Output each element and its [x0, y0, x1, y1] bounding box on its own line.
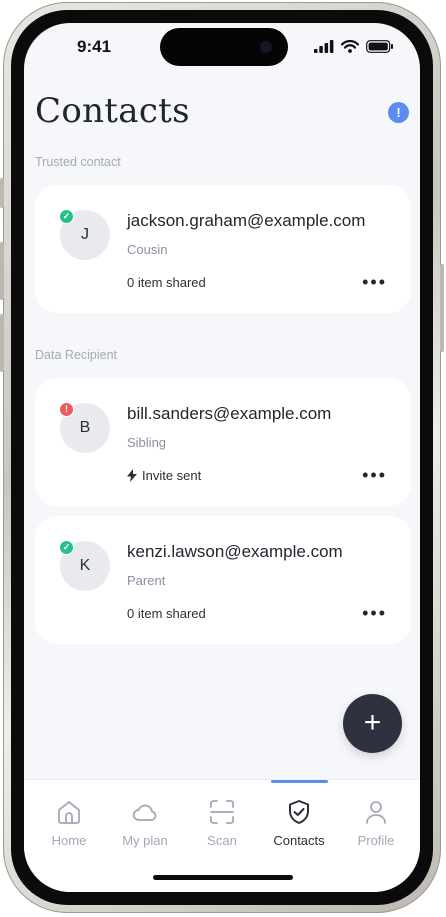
wifi-icon [341, 40, 359, 53]
status-icons [314, 40, 394, 53]
more-options-icon[interactable]: ••• [362, 604, 387, 622]
tab-my-plan[interactable]: My plan [107, 780, 183, 880]
avatar-initial: B [79, 419, 91, 436]
contact-relation: Sibling [127, 435, 167, 450]
tab-label: My plan [122, 833, 168, 848]
avatar-initial: K [79, 557, 91, 574]
pending-alert-icon: ! [59, 402, 74, 417]
tab-label: Home [51, 833, 87, 848]
contact-email: bill.sanders@example.com [127, 404, 332, 423]
tab-profile[interactable]: Profile [338, 780, 414, 880]
contact-meta: 0 item shared [127, 275, 206, 290]
info-icon[interactable]: ! [388, 102, 409, 123]
section-label-trusted: Trusted contact [35, 155, 121, 169]
screen: 9:41 Contacts ! Trusted contact J ✓ jack… [24, 23, 420, 892]
shared-count: 0 item shared [127, 275, 206, 290]
contact-card[interactable]: K ✓ kenzi.lawson@example.com Parent 0 it… [35, 516, 411, 644]
avatar: J ✓ [59, 209, 110, 260]
more-options-icon[interactable]: ••• [362, 273, 387, 291]
verified-check-icon: ✓ [59, 209, 74, 224]
lightning-icon [127, 469, 137, 482]
battery-icon [366, 40, 393, 53]
avatar-initial: J [81, 226, 89, 243]
power-button [440, 264, 444, 352]
volume-down-button [0, 314, 4, 372]
volume-up-button [0, 242, 4, 300]
more-options-icon[interactable]: ••• [362, 466, 387, 484]
invite-status: Invite sent [142, 468, 202, 483]
tab-scan[interactable]: Scan [184, 780, 260, 880]
tab-label: Profile [357, 833, 395, 848]
add-contact-button[interactable]: + [343, 694, 402, 753]
section-label-recipient: Data Recipient [35, 348, 117, 362]
user-icon [366, 801, 386, 824]
tab-label: Contacts [273, 833, 325, 848]
scan-icon [210, 800, 234, 824]
home-icon [58, 801, 80, 824]
tab-home[interactable]: Home [31, 780, 107, 880]
tab-contacts[interactable]: Contacts [261, 780, 337, 880]
tab-bar: Home My plan Scan Contacts Profile [24, 779, 420, 892]
contact-relation: Parent [127, 573, 166, 588]
dynamic-island [160, 28, 288, 66]
shared-count: 0 item shared [127, 606, 206, 621]
contact-card[interactable]: J ✓ jackson.graham@example.com Cousin 0 … [35, 185, 411, 313]
mute-switch [0, 178, 4, 208]
status-time: 9:41 [77, 37, 112, 56]
shield-check-icon [289, 800, 309, 824]
camera-icon [260, 41, 272, 53]
home-indicator [153, 875, 293, 880]
bezel: 9:41 Contacts ! Trusted contact J ✓ jack… [11, 10, 433, 905]
contact-meta: 0 item shared [127, 606, 206, 621]
contact-card[interactable]: B ! bill.sanders@example.com Sibling Inv… [35, 378, 411, 506]
contact-relation: Cousin [127, 242, 168, 257]
contact-meta: Invite sent [127, 468, 201, 483]
tab-label: Scan [207, 833, 237, 848]
contact-email: kenzi.lawson@example.com [127, 542, 343, 561]
cellular-signal-icon [314, 40, 334, 53]
phone-frame: 9:41 Contacts ! Trusted contact J ✓ jack… [0, 2, 444, 913]
contact-email: jackson.graham@example.com [127, 211, 366, 230]
page-title: Contacts [35, 91, 190, 131]
verified-check-icon: ✓ [59, 540, 74, 555]
cloud-icon [132, 804, 157, 821]
avatar: B ! [59, 402, 110, 453]
avatar: K ✓ [59, 540, 110, 591]
